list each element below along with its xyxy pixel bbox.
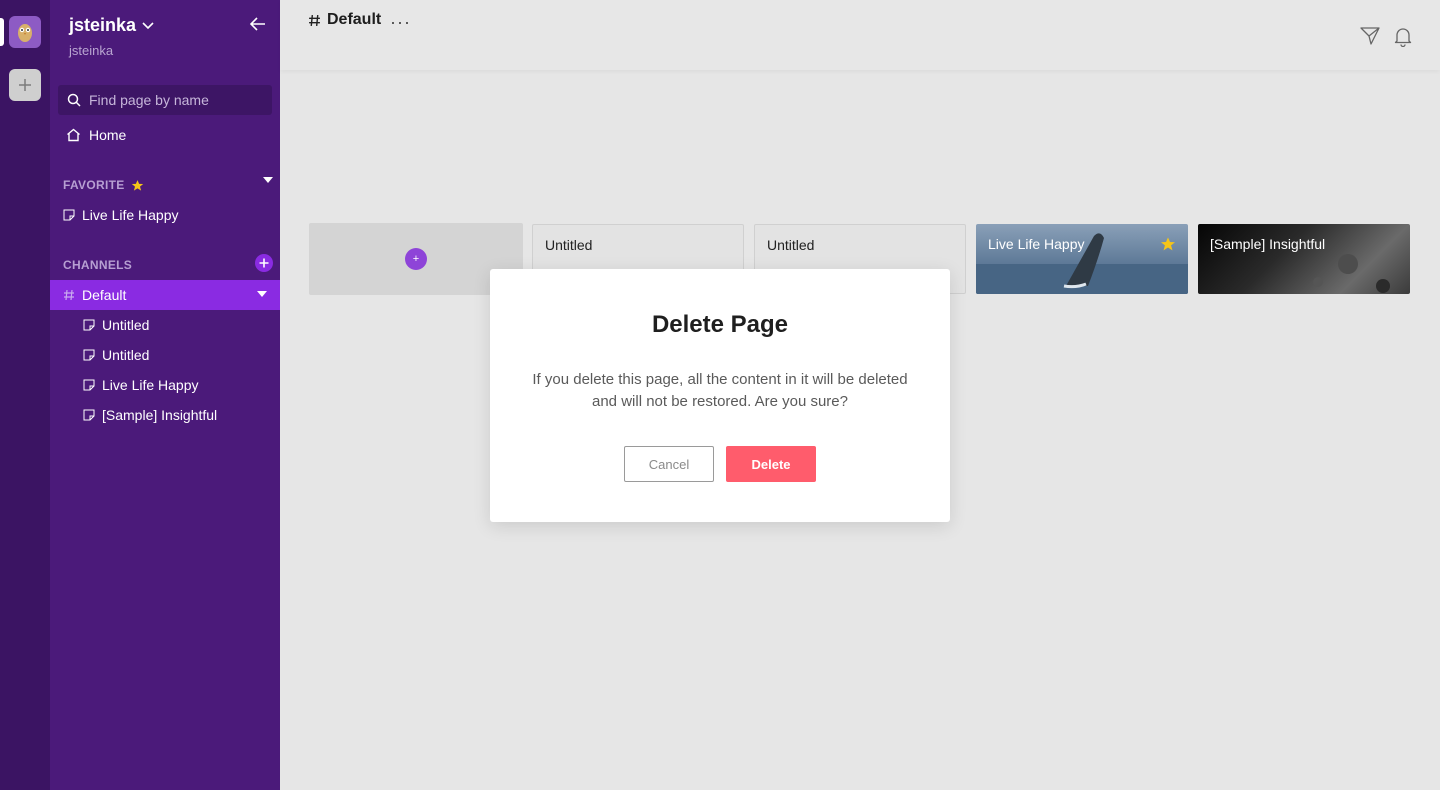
- delete-button[interactable]: Delete: [726, 446, 816, 482]
- modal-overlay: Delete Page If you delete this page, all…: [0, 0, 1440, 790]
- dialog-title: Delete Page: [651, 311, 789, 338]
- dialog-message: If you delete this page, all the content…: [532, 371, 908, 410]
- cancel-button[interactable]: Cancel: [624, 446, 714, 482]
- delete-page-dialog: Delete Page If you delete this page, all…: [490, 269, 950, 522]
- app-window: jsteinka jsteinka Home FAVORITE: [0, 0, 1440, 790]
